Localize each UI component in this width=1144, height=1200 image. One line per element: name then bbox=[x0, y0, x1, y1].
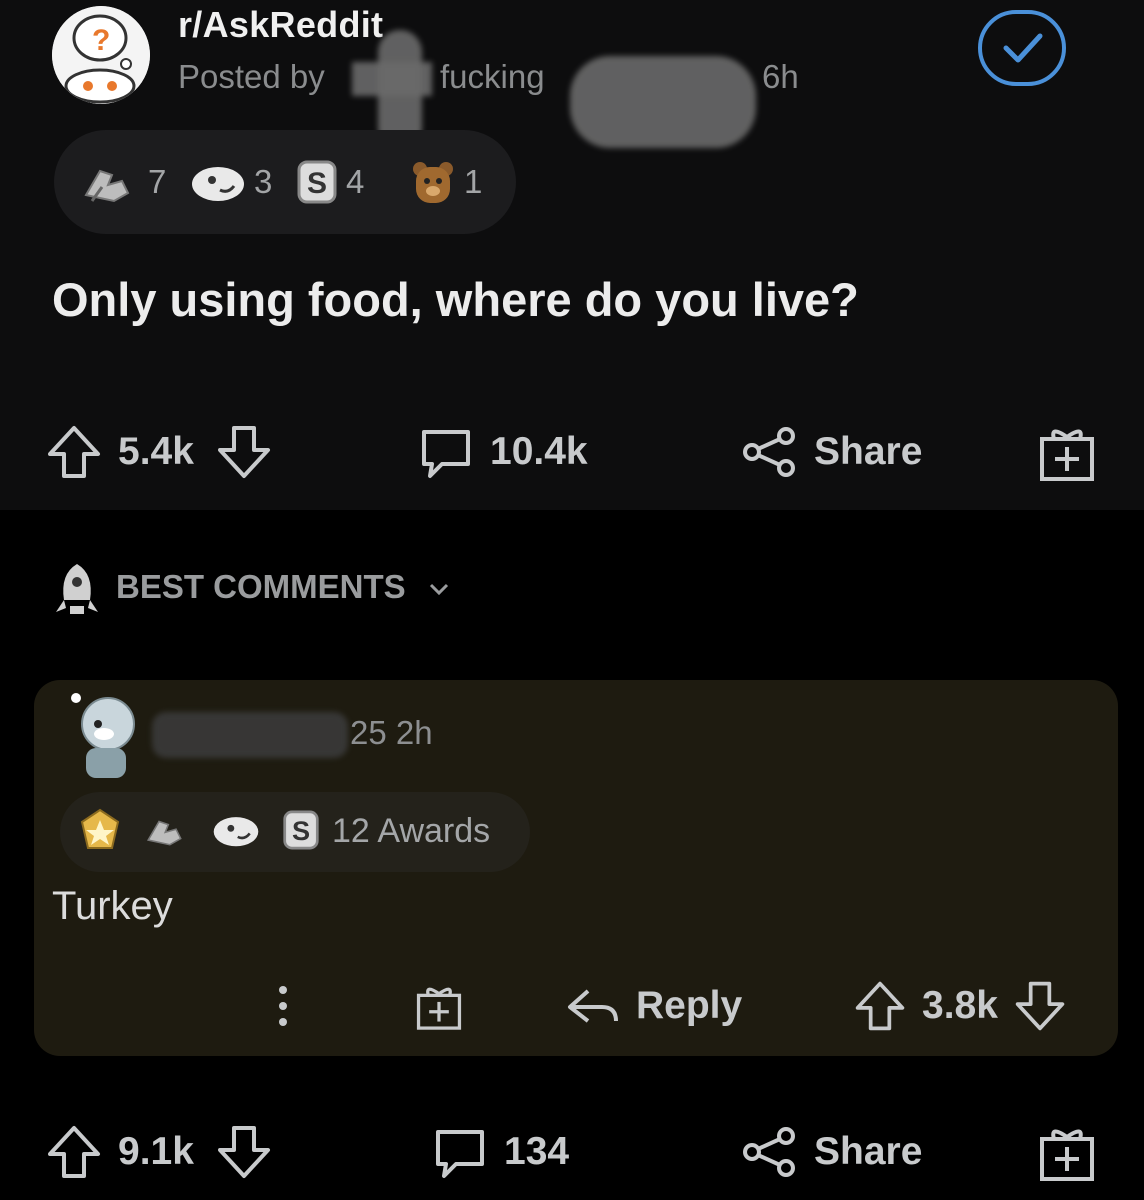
comment-action-bar: Reply 3.8k bbox=[0, 966, 1144, 1046]
award-count: 3 bbox=[254, 163, 273, 200]
redaction bbox=[570, 56, 756, 148]
downvote-arrow-icon[interactable] bbox=[1012, 978, 1068, 1034]
award-helpful: 3 bbox=[190, 130, 272, 234]
comment-bubble-icon bbox=[422, 430, 470, 478]
gift-award-icon bbox=[1040, 429, 1094, 481]
next-post-action-bar: 9.1k 134 Share bbox=[0, 1112, 1144, 1192]
wholesome-award-icon bbox=[146, 820, 182, 846]
share-label: Share bbox=[814, 430, 923, 473]
bear-award-icon bbox=[413, 162, 453, 203]
award-wholesome: 7 bbox=[78, 130, 166, 234]
redaction bbox=[152, 712, 348, 758]
gift-award-icon bbox=[1040, 1129, 1094, 1181]
share-button[interactable]: Share bbox=[740, 1112, 922, 1192]
rocket-sort-icon bbox=[50, 560, 104, 620]
share-button[interactable]: Share bbox=[740, 412, 922, 492]
comments-button[interactable]: 134 bbox=[430, 1112, 569, 1192]
upvote-group: 9.1k bbox=[44, 1112, 274, 1192]
award-count: 7 bbox=[148, 163, 167, 200]
comment-count: 10.4k bbox=[490, 430, 588, 473]
joined-button[interactable] bbox=[978, 10, 1066, 86]
silver-coin-award-icon: S bbox=[283, 810, 319, 850]
post-title[interactable]: Only using food, where do you live? bbox=[52, 272, 859, 327]
give-award-button[interactable] bbox=[1034, 1112, 1100, 1192]
svg-text:?: ? bbox=[92, 24, 110, 57]
chevron-down-icon bbox=[429, 584, 448, 596]
comment-count: 134 bbox=[504, 1130, 570, 1173]
author-username[interactable]: fucking bbox=[440, 58, 545, 96]
upvote-arrow-icon[interactable] bbox=[44, 422, 104, 482]
comment-vote-group: 3.8k bbox=[852, 966, 1068, 1046]
comments-button[interactable]: 10.4k bbox=[416, 412, 588, 492]
share-label: Share bbox=[814, 1130, 923, 1173]
svg-text:S: S bbox=[307, 167, 327, 200]
share-icon bbox=[743, 1127, 795, 1177]
wholesome-award-icon bbox=[84, 169, 130, 203]
helpful-award-icon bbox=[213, 817, 259, 847]
reply-button[interactable]: Reply bbox=[562, 966, 742, 1046]
gold-award-icon bbox=[80, 808, 120, 849]
post-action-bar: 5.4k 10.4k Share bbox=[0, 412, 1144, 492]
comment-awards-count: 12 Awards bbox=[332, 812, 491, 850]
gift-award-icon bbox=[416, 987, 462, 1030]
award-silver: S 4 bbox=[296, 130, 364, 234]
posted-by-label: Posted by bbox=[178, 58, 325, 95]
share-icon bbox=[743, 427, 795, 477]
downvote-arrow-icon[interactable] bbox=[214, 1122, 274, 1182]
reply-arrow-icon bbox=[568, 989, 618, 1023]
upvote-arrow-icon[interactable] bbox=[852, 978, 908, 1034]
award-count: 1 bbox=[464, 163, 483, 200]
upvote-arrow-icon[interactable] bbox=[44, 1122, 104, 1182]
comment-meta: 25 2h bbox=[350, 714, 433, 752]
comment-vote-count: 3.8k bbox=[922, 984, 998, 1027]
upvote-group: 5.4k bbox=[44, 412, 274, 492]
commenter-avatar-icon[interactable] bbox=[70, 690, 140, 780]
post-time: 6h bbox=[762, 58, 799, 95]
comment-body: Turkey bbox=[52, 884, 173, 928]
comment-give-award-button[interactable] bbox=[412, 966, 466, 1046]
subreddit-avatar-icon[interactable]: ? bbox=[52, 6, 150, 104]
give-award-button[interactable] bbox=[1034, 412, 1100, 492]
comment-bubble-icon bbox=[436, 1130, 484, 1178]
upvote-count: 5.4k bbox=[118, 430, 194, 473]
award-icons-row: S bbox=[80, 808, 320, 852]
svg-text:S: S bbox=[292, 815, 310, 846]
helpful-award-icon bbox=[192, 167, 244, 201]
upvote-count: 9.1k bbox=[118, 1130, 194, 1173]
silver-coin-award-icon: S bbox=[297, 160, 337, 204]
award-count: 4 bbox=[346, 163, 365, 200]
comment-time: 2h bbox=[395, 714, 433, 751]
sort-label: BEST COMMENTS bbox=[116, 568, 406, 605]
award-bear: 1 bbox=[410, 130, 482, 234]
reply-label: Reply bbox=[636, 984, 743, 1027]
comment-points: 25 bbox=[350, 714, 387, 751]
sort-dropdown[interactable]: BEST COMMENTS bbox=[116, 568, 451, 606]
more-options-icon bbox=[279, 986, 287, 1026]
subreddit-name[interactable]: r/AskReddit bbox=[178, 4, 383, 46]
comment-more-button[interactable] bbox=[268, 966, 298, 1046]
downvote-arrow-icon[interactable] bbox=[214, 422, 274, 482]
